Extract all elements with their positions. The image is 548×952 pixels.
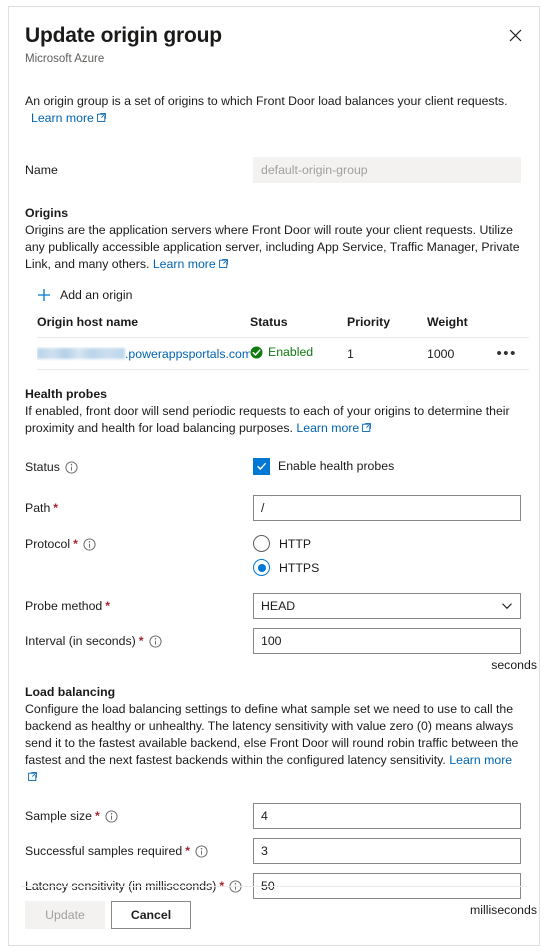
status-label: Enabled bbox=[268, 345, 314, 360]
radio-http[interactable]: HTTP bbox=[253, 535, 523, 552]
sample-size-input[interactable] bbox=[253, 803, 521, 829]
origins-section: Origins Origins are the application serv… bbox=[25, 205, 529, 370]
successful-samples-input[interactable] bbox=[253, 838, 521, 864]
radio-https[interactable]: HTTPS bbox=[253, 559, 523, 576]
enable-health-probes-checkbox[interactable]: Enable health probes bbox=[253, 457, 395, 475]
interval-unit-label: seconds bbox=[491, 658, 537, 672]
origin-host-suffix: .powerappsportals.com bbox=[125, 346, 250, 361]
path-row: Path * bbox=[25, 495, 523, 521]
close-button[interactable] bbox=[501, 21, 529, 49]
panel-footer: Update Cancel bbox=[25, 901, 191, 929]
plus-icon bbox=[37, 288, 51, 302]
probe-method-row: Probe method * HEAD bbox=[25, 593, 523, 619]
external-link-icon bbox=[218, 259, 228, 268]
origins-section-title: Origins bbox=[25, 206, 69, 220]
external-link-icon bbox=[97, 113, 106, 122]
info-icon[interactable] bbox=[148, 634, 162, 648]
health-probes-description: If enabled, front door will send periodi… bbox=[25, 404, 510, 435]
checkbox-label: Enable health probes bbox=[278, 459, 395, 473]
close-icon bbox=[509, 29, 522, 42]
probe-method-select[interactable]: HEAD bbox=[253, 593, 521, 619]
checkbox-box bbox=[253, 457, 270, 475]
redacted-hostname bbox=[37, 347, 125, 359]
path-input[interactable] bbox=[253, 495, 521, 521]
interval-row: Interval (in seconds) * bbox=[25, 628, 523, 654]
load-balancing-description: Configure the load balancing settings to… bbox=[25, 701, 523, 786]
column-header-host: Origin host name bbox=[37, 315, 139, 329]
radio-http-label: HTTP bbox=[279, 536, 312, 551]
footer-divider bbox=[21, 886, 527, 887]
panel-header: Update origin group Microsoft Azure bbox=[9, 7, 539, 67]
column-header-weight: Weight bbox=[427, 315, 468, 329]
page-subtitle: Microsoft Azure bbox=[25, 53, 105, 65]
load-balancing-section: Load balancing Configure the load balanc… bbox=[25, 684, 537, 917]
intro-description: An origin group is a set of origins to w… bbox=[25, 94, 508, 108]
info-icon[interactable] bbox=[65, 460, 78, 474]
column-header-priority: Priority bbox=[347, 315, 391, 329]
protocol-radio-group: HTTP HTTPS bbox=[253, 535, 523, 576]
cancel-button[interactable]: Cancel bbox=[111, 901, 191, 929]
name-input: default-origin-group bbox=[253, 157, 521, 183]
origin-weight: 1000 bbox=[427, 346, 455, 361]
successful-samples-label: Successful samples required * bbox=[25, 843, 253, 859]
intro-learn-more-link[interactable]: Learn more bbox=[31, 111, 94, 125]
health-probes-section-title: Health probes bbox=[25, 387, 107, 401]
origin-priority: 1 bbox=[347, 346, 354, 361]
info-icon[interactable] bbox=[195, 844, 208, 858]
name-row: Name default-origin-group bbox=[25, 157, 523, 183]
path-label: Path * bbox=[25, 501, 59, 515]
intro-text: An origin group is a set of origins to w… bbox=[25, 93, 523, 127]
origin-host-name: .powerappsportals.com bbox=[37, 347, 250, 361]
radio-circle-selected bbox=[253, 559, 270, 576]
origins-learn-more-link[interactable]: Learn more bbox=[153, 257, 216, 271]
update-origin-group-panel: Update origin group Microsoft Azure An o… bbox=[8, 6, 540, 946]
status-badge: Enabled bbox=[250, 345, 347, 362]
protocol-label: Protocol * bbox=[25, 535, 253, 552]
origins-table: Origin host name Status Priority Weight … bbox=[37, 315, 529, 370]
successful-samples-row: Successful samples required * bbox=[25, 838, 523, 864]
column-header-status: Status bbox=[250, 315, 288, 329]
status-label-group: Status bbox=[25, 459, 253, 475]
name-label: Name bbox=[25, 163, 58, 177]
sample-size-label: Sample size * bbox=[25, 808, 253, 824]
update-button[interactable]: Update bbox=[25, 901, 105, 929]
check-circle-icon bbox=[250, 346, 263, 359]
interval-input[interactable] bbox=[253, 628, 521, 654]
external-link-icon bbox=[28, 772, 37, 781]
health-probes-learn-more-link[interactable]: Learn more bbox=[296, 421, 359, 435]
add-an-origin-label: Add an origin bbox=[60, 288, 133, 302]
add-an-origin-button[interactable]: Add an origin bbox=[35, 285, 134, 305]
interval-label: Interval (in seconds) * bbox=[25, 633, 253, 649]
info-icon[interactable] bbox=[83, 537, 96, 551]
status-row: Status Enable health probes bbox=[25, 455, 523, 479]
radio-circle bbox=[253, 535, 270, 552]
radio-https-label: HTTPS bbox=[279, 560, 320, 575]
info-icon[interactable] bbox=[105, 809, 118, 823]
row-more-options-button[interactable]: ••• bbox=[494, 346, 519, 361]
probe-method-label: Probe method * bbox=[25, 599, 111, 613]
origins-table-header: Origin host name Status Priority Weight bbox=[37, 315, 529, 338]
sample-size-row: Sample size * bbox=[25, 803, 523, 829]
page-title: Update origin group bbox=[25, 24, 222, 47]
origins-description: Origins are the application servers wher… bbox=[25, 223, 520, 271]
panel-body: An origin group is a set of origins to w… bbox=[9, 93, 539, 917]
health-probes-section: Health probes If enabled, front door wil… bbox=[25, 386, 537, 672]
load-balancing-section-title: Load balancing bbox=[25, 685, 116, 699]
table-row[interactable]: .powerappsportals.com Enabled 1 1000 ••• bbox=[37, 338, 529, 370]
latency-unit-label: milliseconds bbox=[470, 903, 537, 917]
load-balancing-learn-more-link[interactable]: Learn more bbox=[449, 753, 512, 767]
protocol-row: Protocol * HTTP HTTPS bbox=[25, 535, 523, 576]
external-link-icon bbox=[362, 423, 372, 432]
name-field-wrapper: default-origin-group bbox=[253, 157, 523, 183]
